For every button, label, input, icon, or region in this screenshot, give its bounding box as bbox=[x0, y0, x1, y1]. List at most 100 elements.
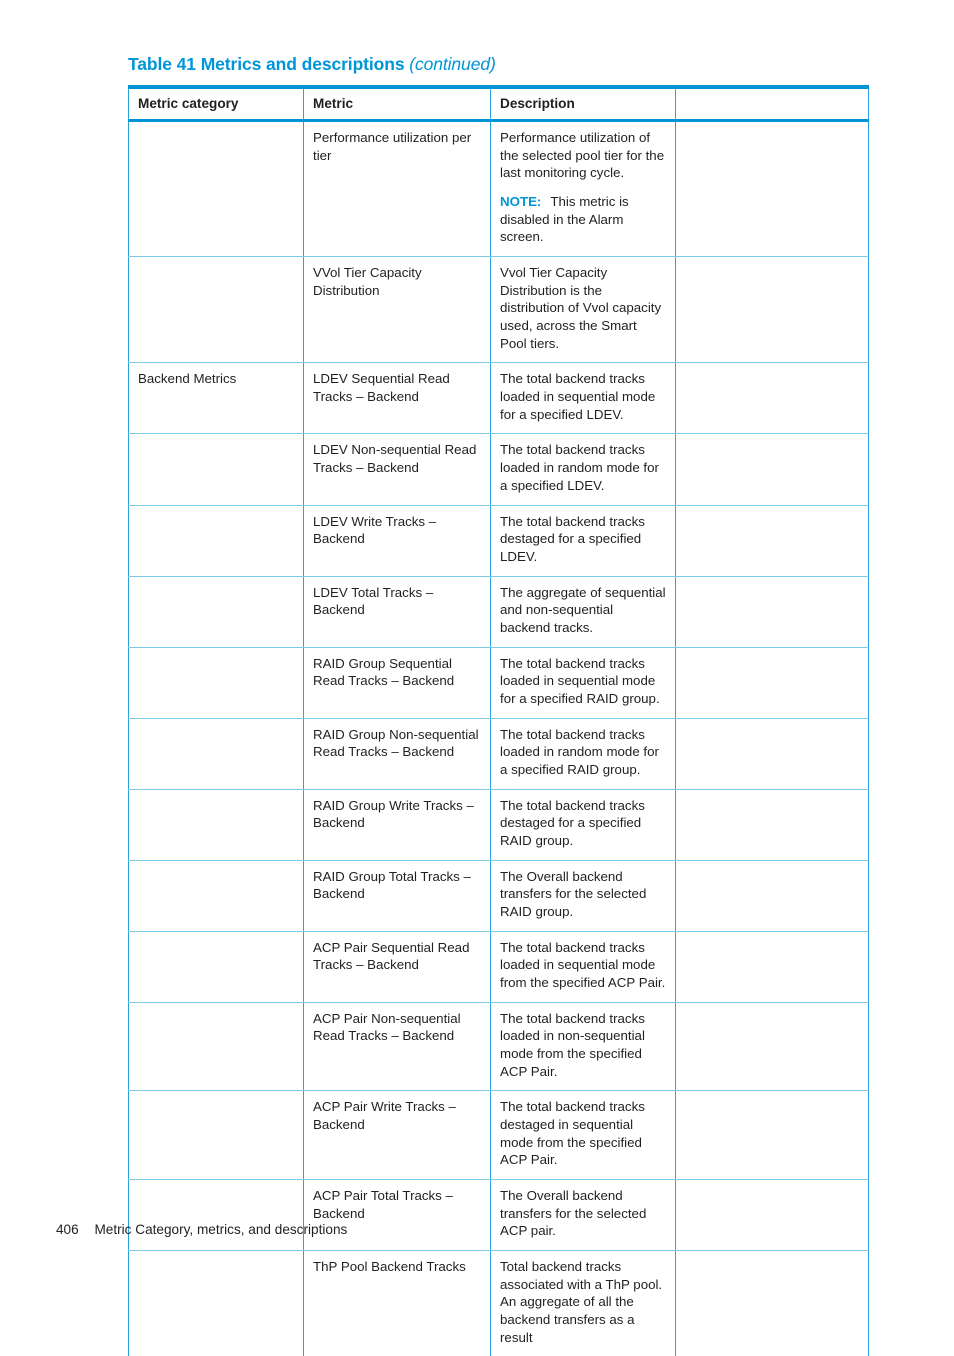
cell-description: Vvol Tier Capacity Distribution is the d… bbox=[491, 257, 676, 363]
note-label: NOTE: bbox=[500, 194, 541, 209]
cell-metric-category bbox=[129, 505, 304, 576]
cell-blank bbox=[676, 931, 869, 1002]
cell-blank bbox=[676, 434, 869, 505]
cell-blank bbox=[676, 718, 869, 789]
cell-blank bbox=[676, 1251, 869, 1356]
cell-metric: RAID Group Total Tracks – Backend bbox=[304, 860, 491, 931]
description-text: Total backend tracks associated with a T… bbox=[500, 1258, 666, 1346]
cell-description: The total backend tracks loaded in rando… bbox=[491, 434, 676, 505]
cell-metric-category bbox=[129, 1251, 304, 1356]
cell-metric: LDEV Write Tracks – Backend bbox=[304, 505, 491, 576]
cell-metric: Performance utilization per tier bbox=[304, 121, 491, 257]
description-note: NOTE:This metric is disabled in the Alar… bbox=[500, 193, 666, 246]
description-text: The total backend tracks destaged for a … bbox=[500, 797, 666, 850]
description-text: The Overall backend transfers for the se… bbox=[500, 1187, 666, 1240]
cell-description: The total backend tracks loaded in seque… bbox=[491, 931, 676, 1002]
cell-metric: LDEV Sequential Read Tracks – Backend bbox=[304, 363, 491, 434]
cell-metric-category bbox=[129, 1179, 304, 1250]
table-row: RAID Group Write Tracks – Backend The tot… bbox=[129, 789, 869, 860]
cell-metric-category bbox=[129, 576, 304, 647]
metric-text: RAID Group Total Tracks – Backend bbox=[313, 868, 481, 903]
cell-metric-category bbox=[129, 1002, 304, 1091]
table-row: LDEV Non-sequential Read Tracks – Backen… bbox=[129, 434, 869, 505]
cell-metric-category: Backend Metrics bbox=[129, 363, 304, 434]
cell-description: The aggregate of sequential and non-sequ… bbox=[491, 576, 676, 647]
table-row: LDEV Total Tracks – BackendThe aggregate… bbox=[129, 576, 869, 647]
table-row: ACP Pair Total Tracks – Backend The Overa… bbox=[129, 1179, 869, 1250]
metrics-table: Metric category Metric Description Perfo… bbox=[128, 85, 869, 1356]
cell-metric: RAID Group Write Tracks – Backend bbox=[304, 789, 491, 860]
cell-description: The total backend tracks loaded in non-s… bbox=[491, 1002, 676, 1091]
description-text: The total backend tracks loaded in rando… bbox=[500, 726, 666, 779]
metric-text: ACP Pair Non-sequential Read Tracks – Ba… bbox=[313, 1010, 481, 1045]
cell-metric-category bbox=[129, 860, 304, 931]
cell-description: The Overall backend transfers for the se… bbox=[491, 1179, 676, 1250]
description-text: The total backend tracks destaged in seq… bbox=[500, 1098, 666, 1169]
cell-metric: LDEV Non-sequential Read Tracks – Backen… bbox=[304, 434, 491, 505]
table-row: Performance utilization per tier Performa… bbox=[129, 121, 869, 257]
description-text: Vvol Tier Capacity Distribution is the d… bbox=[500, 264, 666, 352]
cell-blank bbox=[676, 1091, 869, 1180]
cell-metric-category bbox=[129, 1091, 304, 1180]
table-row: RAID Group Sequential Read Tracks – Back… bbox=[129, 647, 869, 718]
cell-description: The total backend tracks destaged for a … bbox=[491, 505, 676, 576]
metric-text: ACP Pair Sequential Read Tracks – Backen… bbox=[313, 939, 481, 974]
metric-text: RAID Group Non-sequential Read Tracks – … bbox=[313, 726, 481, 761]
cell-blank bbox=[676, 363, 869, 434]
cell-description: Performance utilization of the selected … bbox=[491, 121, 676, 257]
table-header-row: Metric category Metric Description bbox=[129, 87, 869, 121]
description-text: The Overall backend transfers for the se… bbox=[500, 868, 666, 921]
description-text: The total backend tracks destaged for a … bbox=[500, 513, 666, 566]
cell-blank bbox=[676, 505, 869, 576]
cell-metric: ACP Pair Non-sequential Read Tracks – Ba… bbox=[304, 1002, 491, 1091]
page-footer: 406 Metric Category, metrics, and descri… bbox=[56, 1222, 347, 1237]
table-row: ThP Pool Backend Tracks Total backend tra… bbox=[129, 1251, 869, 1356]
cell-metric-category bbox=[129, 931, 304, 1002]
table-row: Backend Metrics LDEV Sequential Read Trac… bbox=[129, 363, 869, 434]
table-caption-continued: (continued) bbox=[409, 54, 495, 74]
description-text: The total backend tracks loaded in seque… bbox=[500, 370, 666, 423]
cell-metric: ACP Pair Total Tracks – Backend bbox=[304, 1179, 491, 1250]
cell-metric: LDEV Total Tracks – Backend bbox=[304, 576, 491, 647]
cell-description: The total backend tracks loaded in seque… bbox=[491, 647, 676, 718]
document-page: Table 41 Metrics and descriptions (conti… bbox=[0, 0, 954, 1271]
description-text: The aggregate of sequential and non-sequ… bbox=[500, 584, 666, 637]
table-body: Performance utilization per tier Performa… bbox=[129, 121, 869, 1356]
metric-text: LDEV Non-sequential Read Tracks – Backen… bbox=[313, 441, 481, 476]
cell-blank bbox=[676, 647, 869, 718]
cell-blank bbox=[676, 1002, 869, 1091]
metric-text: ACP Pair Total Tracks – Backend bbox=[313, 1187, 481, 1222]
cell-blank bbox=[676, 789, 869, 860]
table-row: LDEV Write Tracks – BackendThe total bac… bbox=[129, 505, 869, 576]
metric-text: ThP Pool Backend Tracks bbox=[313, 1258, 481, 1276]
metric-text: RAID Group Sequential Read Tracks – Back… bbox=[313, 655, 481, 690]
cell-description: The total backend tracks loaded in rando… bbox=[491, 718, 676, 789]
cell-metric: ACP Pair Write Tracks – Backend bbox=[304, 1091, 491, 1180]
description-text: The total backend tracks loaded in rando… bbox=[500, 441, 666, 494]
table-caption: Table 41 Metrics and descriptions (conti… bbox=[128, 54, 496, 75]
cell-description: The total backend tracks destaged for a … bbox=[491, 789, 676, 860]
cell-metric-category bbox=[129, 789, 304, 860]
cell-metric-category bbox=[129, 647, 304, 718]
cell-metric: RAID Group Non-sequential Read Tracks – … bbox=[304, 718, 491, 789]
table-row: RAID Group Non-sequential Read Tracks – … bbox=[129, 718, 869, 789]
metric-text: RAID Group Write Tracks – Backend bbox=[313, 797, 481, 832]
column-header-blank bbox=[676, 87, 869, 121]
description-text: The total backend tracks loaded in non-s… bbox=[500, 1010, 666, 1081]
table-row: VVol Tier Capacity Distribution Vvol Tier… bbox=[129, 257, 869, 363]
table-row: ACP Pair Non-sequential Read Tracks – Ba… bbox=[129, 1002, 869, 1091]
description-text: The total backend tracks loaded in seque… bbox=[500, 939, 666, 992]
metric-text: VVol Tier Capacity Distribution bbox=[313, 264, 481, 299]
description-text: The total backend tracks loaded in seque… bbox=[500, 655, 666, 708]
cell-blank bbox=[676, 576, 869, 647]
metric-text: ACP Pair Write Tracks – Backend bbox=[313, 1098, 481, 1133]
table-row: RAID Group Total Tracks – Backend The Ove… bbox=[129, 860, 869, 931]
footer-page-number: 406 bbox=[56, 1222, 79, 1237]
cell-metric-category bbox=[129, 121, 304, 257]
footer-section-title: Metric Category, metrics, and descriptio… bbox=[94, 1222, 347, 1237]
cell-blank bbox=[676, 860, 869, 931]
metric-text: Performance utilization per tier bbox=[313, 129, 481, 164]
cell-metric-category bbox=[129, 718, 304, 789]
cell-description: The total backend tracks destaged in seq… bbox=[491, 1091, 676, 1180]
metric-text: LDEV Sequential Read Tracks – Backend bbox=[313, 370, 481, 405]
